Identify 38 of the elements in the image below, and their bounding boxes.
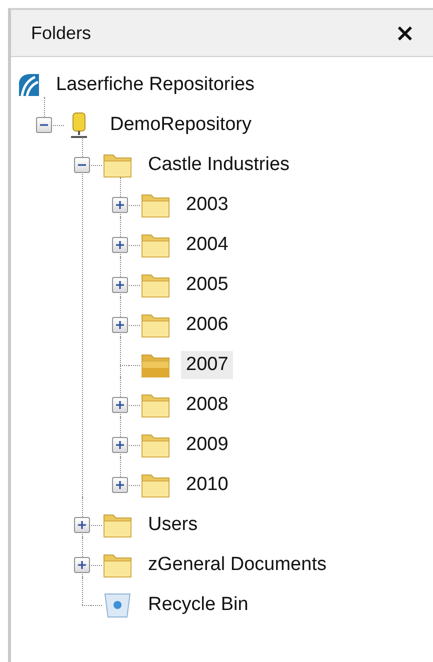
expand-toggle[interactable] [74,557,90,573]
tree-item[interactable]: 2007 [181,351,234,379]
expand-toggle[interactable] [112,277,128,293]
tree-item[interactable]: DemoRepository [105,111,256,139]
tree-item[interactable]: Laserfiche Repositories [51,71,260,99]
plus-icon [115,200,125,210]
tree-item[interactable]: 2006 [181,311,234,339]
plus-icon [115,400,125,410]
expand-toggle[interactable] [112,317,128,333]
tree-item[interactable]: Recycle Bin [143,591,254,619]
expand-toggle[interactable] [112,437,128,453]
expand-toggle[interactable] [112,397,128,413]
plus-icon [115,280,125,290]
expand-toggle[interactable] [112,477,128,493]
tree-item[interactable]: zGeneral Documents [143,551,332,579]
recycle-bin-icon [102,591,133,619]
logo-icon [17,72,41,98]
tree-item[interactable]: 2005 [181,271,234,299]
tree-item[interactable]: 2003 [181,191,234,219]
plus-icon [77,520,87,530]
tree-item[interactable]: 2009 [181,431,234,459]
plus-icon [115,320,125,330]
panel-title: Folders [31,22,92,44]
plus-icon [115,440,125,450]
plus-icon [77,560,87,570]
tree-item[interactable]: Castle Industries [143,151,295,179]
expand-toggle[interactable] [74,517,90,533]
plus-icon [115,240,125,250]
close-button[interactable]: × [392,19,417,47]
tree-item[interactable]: 2010 [181,471,234,499]
expand-toggle[interactable] [112,237,128,253]
plus-icon [115,480,125,490]
collapse-toggle[interactable] [74,157,90,173]
collapse-toggle[interactable] [36,117,52,133]
expand-toggle[interactable] [112,197,128,213]
tree-item[interactable]: 2008 [181,391,234,419]
tree-item[interactable]: 2004 [181,231,234,259]
tree-item[interactable]: Users [143,511,203,539]
